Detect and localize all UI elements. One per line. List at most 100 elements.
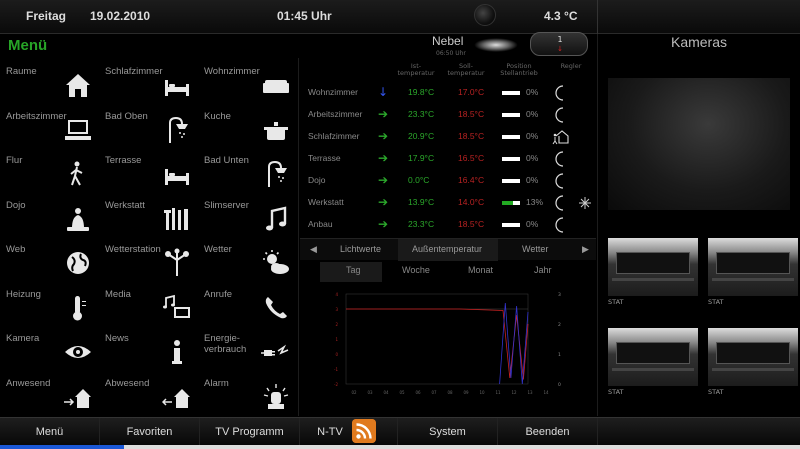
room-row[interactable]: Wohnzimmer ↓ 19.8°C 17.0°C 0% — [300, 82, 596, 104]
menu-item-slimserver[interactable]: Slimserver — [198, 194, 297, 238]
menu-item-label: News — [105, 333, 129, 344]
menu-item-kamera[interactable]: Kamera — [0, 327, 99, 371]
night-mode-icon[interactable] — [552, 150, 570, 168]
menu-item-label: Kamera — [6, 333, 40, 344]
favorites-button[interactable]: Favoriten — [100, 418, 200, 446]
room-name: Arbeitszimmer — [308, 109, 363, 119]
x-tick: 06 — [415, 390, 421, 395]
tab-wetter[interactable]: Wetter — [522, 244, 548, 254]
menu-item-label: Dojo — [6, 199, 26, 211]
ist-temperature: 23.3°C — [408, 219, 435, 229]
room-row[interactable]: Arbeitszimmer ➔ 23.3°C 18.5°C 0% — [300, 104, 596, 126]
y-left-tick: 0 — [335, 352, 338, 357]
menu-item-dojo[interactable]: Dojo — [0, 194, 99, 238]
bed-icon — [162, 70, 192, 100]
soll-temperature: 18.5°C — [458, 219, 485, 229]
info-icon — [162, 337, 192, 367]
menu-item-schlafzimmer[interactable]: Schlafzimmer — [99, 60, 198, 104]
camera-image — [708, 328, 798, 386]
menu-item-heizung[interactable]: Heizung — [0, 283, 99, 327]
tab-aussentemperatur[interactable]: Außentemperatur — [412, 244, 482, 254]
menu-item-raume[interactable]: Raume — [0, 60, 99, 104]
shower-icon — [162, 115, 192, 145]
room-row[interactable]: Terrasse ➔ 17.9°C 16.5°C 0% — [300, 148, 596, 170]
camera-thumbnail[interactable]: STAT — [608, 328, 698, 398]
x-tick: 05 — [399, 390, 405, 395]
ntv-button[interactable]: N-TV — [300, 418, 398, 446]
menu-item-wohnzimmer[interactable]: Wohnzimmer — [198, 60, 297, 104]
away-mode-icon[interactable] — [552, 128, 570, 146]
temperature-chart: 43210-1-2321002 03 04 05 06 07 08 09 10 11 12 13 14 — [334, 292, 561, 395]
menu-item-energie-verbrauch[interactable]: Energie-verbrauch — [198, 327, 297, 371]
room-row[interactable]: Dojo ➔ 0.0°C 16.4°C 0% — [300, 170, 596, 192]
menu-button[interactable]: Menü — [0, 418, 100, 446]
menu-item-anrufe[interactable]: Anrufe — [198, 283, 297, 327]
valve-position-percent: 0% — [526, 219, 539, 229]
exit-button[interactable]: Beenden — [498, 418, 598, 446]
menu-item-bad-unten[interactable]: Bad Unten — [198, 149, 297, 193]
shower-icon — [261, 159, 291, 189]
camera-thumbnail[interactable]: STAT — [708, 238, 798, 308]
night-mode-icon[interactable] — [552, 216, 570, 234]
ist-temperature: 0.0°C — [408, 175, 430, 185]
menu-item-terrasse[interactable]: Terrasse — [99, 149, 198, 193]
menu-item-wetterstation[interactable]: Wetterstation — [99, 238, 198, 282]
y-right-tick: 3 — [558, 292, 561, 298]
camera-main-view[interactable] — [608, 78, 790, 210]
menu-item-alarm[interactable]: Alarm — [198, 372, 297, 416]
menu-item-werkstatt[interactable]: Werkstatt — [99, 194, 198, 238]
room-row[interactable]: Werkstatt ➔ 13.9°C 14.0°C 13% — [300, 192, 596, 214]
camera-thumbnail[interactable]: STAT — [708, 328, 798, 398]
counter-pill[interactable]: 1 ↓ — [530, 32, 588, 56]
room-temperature-table: Ist- temperatur Soll- temperatur Positio… — [300, 58, 596, 238]
tab-next-arrow[interactable]: ▶ — [582, 244, 589, 255]
menu-item-flur[interactable]: Flur — [0, 149, 99, 193]
period-tab-woche[interactable]: Woche — [402, 265, 430, 275]
menu-item-bad-oben[interactable]: Bad Oben — [99, 105, 198, 149]
header-regler: Regler — [560, 62, 582, 70]
menu-item-anwesend[interactable]: Anwesend — [0, 372, 99, 416]
camera-label: STAT — [708, 298, 724, 306]
menu-item-news[interactable]: News — [99, 327, 198, 371]
x-tick: 07 — [431, 390, 437, 395]
menu-item-label: Wetter — [204, 244, 232, 255]
pot-icon — [261, 115, 291, 145]
valve-position-percent: 13% — [526, 197, 544, 207]
night-mode-icon[interactable] — [552, 84, 570, 102]
outside-temperature: 4.3 °C — [544, 9, 578, 23]
header-position: Position Stellantrieb — [500, 62, 538, 77]
period-tab-tag[interactable]: Tag — [346, 265, 361, 275]
valve-position-fill — [502, 201, 513, 205]
soll-temperature: 16.5°C — [458, 153, 485, 163]
menu-item-kuche[interactable]: Kuche — [198, 105, 297, 149]
menu-item-label: Wohnzimmer — [204, 66, 260, 77]
phone-icon — [261, 293, 291, 323]
system-button[interactable]: System — [398, 418, 498, 446]
menu-item-label: Alarm — [204, 377, 229, 389]
period-tab-jahr[interactable]: Jahr — [534, 265, 552, 275]
menu-item-wetter[interactable]: Wetter — [198, 238, 297, 282]
tv-program-button[interactable]: TV Programm — [200, 418, 300, 446]
night-mode-icon[interactable] — [552, 172, 570, 190]
ist-temperature: 13.9°C — [408, 197, 435, 207]
camera-thumbnail[interactable]: STAT — [608, 238, 698, 308]
clock: 01:45 Uhr — [277, 9, 332, 23]
menu-item-media[interactable]: Media — [99, 283, 198, 327]
tools-icon — [162, 204, 192, 234]
tab-prev-arrow[interactable]: ◀ — [310, 244, 317, 255]
period-tab-monat[interactable]: Monat — [468, 265, 493, 275]
room-row[interactable]: Anbau ➔ 23.3°C 18.5°C 0% — [300, 214, 596, 236]
rss-icon[interactable] — [352, 419, 376, 443]
menu-item-arbeitszimmer[interactable]: Arbeitszimmer — [0, 105, 99, 149]
room-row[interactable]: Schlafzimmer ➔ 20.9°C 18.5°C 0% — [300, 126, 596, 148]
period-tabs: Tag Woche Monat Jahr — [320, 262, 596, 282]
bottom-bar: Menü Favoriten TV Programm N-TV System B… — [0, 417, 800, 446]
night-mode-icon[interactable] — [552, 194, 570, 212]
night-mode-icon[interactable] — [552, 106, 570, 124]
camera-label: STAT — [608, 388, 624, 396]
top-bar: Freitag 19.02.2010 01:45 Uhr 4.3 °C — [0, 0, 800, 34]
tab-lichtwerte[interactable]: Lichtwerte — [340, 244, 381, 254]
alarm-light-icon — [261, 382, 291, 412]
menu-item-abwesend[interactable]: Abwesend — [99, 372, 198, 416]
menu-item-web[interactable]: Web — [0, 238, 99, 282]
